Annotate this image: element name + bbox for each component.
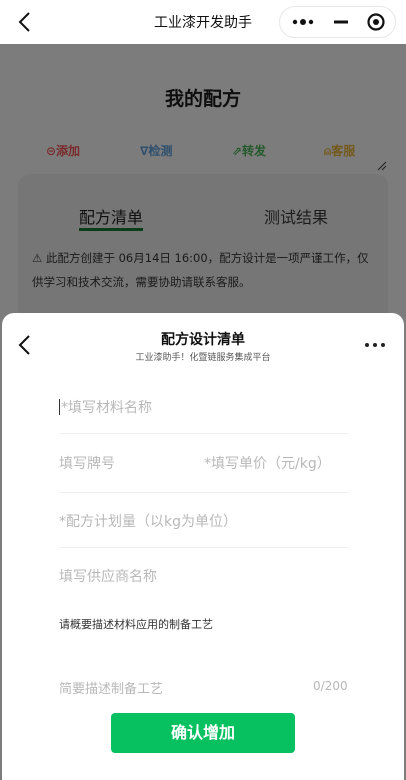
tab-test-results[interactable]: 测试结果 (264, 204, 328, 228)
process-label: 请概要描述材料应用的制备工艺 (59, 618, 213, 631)
divider (59, 492, 349, 493)
unit-price-input[interactable]: *填写单价（元/kg） (204, 453, 331, 473)
process-description-textarea[interactable]: 简要描述制备工艺 (59, 678, 163, 697)
action-row: ⊝添加 ∇检测 ⇗转发 ⍝客服 (0, 142, 406, 162)
divider (59, 433, 349, 434)
forward-action[interactable]: ⇗转发 (232, 142, 266, 159)
text-cursor (59, 399, 60, 415)
confirm-add-button[interactable]: 确认增加 (111, 713, 295, 753)
more-options-icon[interactable] (362, 335, 388, 355)
material-name-input[interactable]: *填写材料名称 (59, 397, 152, 417)
close-target-icon[interactable] (357, 7, 395, 37)
planned-quantity-input[interactable]: *配方计划量（以kg为单位） (59, 511, 237, 531)
character-counter: 0/200 (313, 679, 348, 693)
sheet-subtitle: 工业漆助手！化暨链服务集成平台 (135, 353, 271, 363)
formula-design-sheet: 配方设计清单 工业漆助手！化暨链服务集成平台 *填写材料名称 填写牌号 *填写单… (2, 313, 404, 780)
tab-formula-list[interactable]: 配方清单 (79, 204, 143, 228)
brand-input[interactable]: 填写牌号 (59, 453, 115, 473)
active-tab-indicator (79, 228, 143, 231)
supplier-name-input[interactable]: 填写供应商名称 (59, 566, 157, 586)
minimize-icon[interactable] (322, 7, 360, 37)
divider (59, 547, 349, 548)
sheet-title: 配方设计清单 (161, 332, 245, 348)
more-dots-icon[interactable] (284, 7, 322, 37)
formula-card: 配方清单 测试结果 ⚠ 此配方创建于 06月14日 16:00，配方设计是一项严… (18, 174, 388, 334)
mini-program-capsule (279, 6, 396, 38)
top-navbar: 工业漆开发助手 (0, 0, 406, 44)
material-name-placeholder: *填写材料名称 (61, 400, 152, 416)
resize-handle-icon (377, 156, 387, 171)
check-action[interactable]: ∇检测 (140, 142, 172, 159)
service-action[interactable]: ⍝客服 (324, 142, 355, 159)
notice-text: ⚠ 此配方创建于 06月14日 16:00，配方设计是一项严谨工作，仅供学习和技… (32, 251, 369, 289)
page-title: 我的配方 (164, 88, 241, 110)
add-action[interactable]: ⊝添加 (46, 142, 80, 159)
